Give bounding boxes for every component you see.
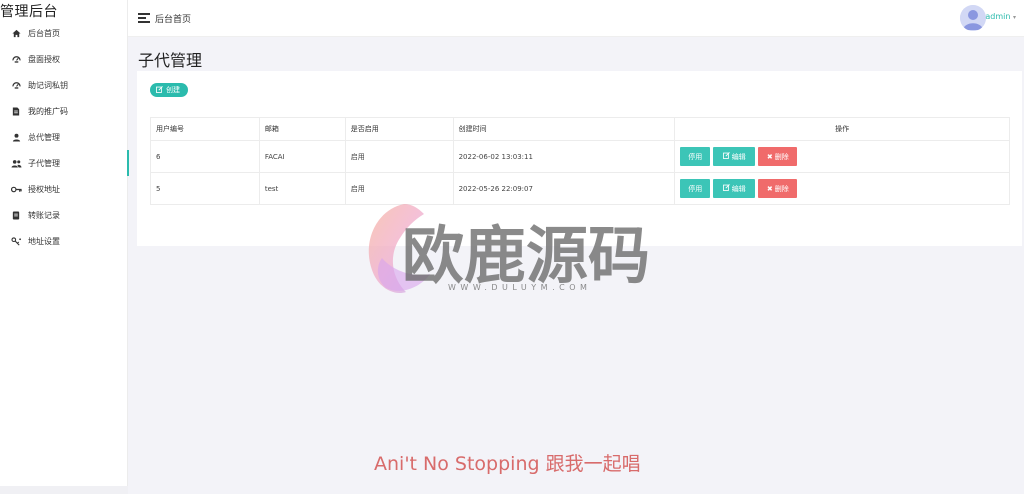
edit-button-label: 编辑	[731, 184, 746, 193]
column-header-user-id: 用户编号	[150, 117, 260, 141]
sidebar-item-mnemonic[interactable]: 助记词私钥	[0, 72, 128, 98]
avatar[interactable]	[960, 5, 986, 31]
table-row: 6 FACAI 启用 2022-06-02 13:03:11 停用 编辑 ✖ 删…	[150, 140, 1010, 173]
sidebar-item-sub-agent[interactable]: 子代管理	[0, 150, 129, 176]
sidebar-item-transfer-records[interactable]: 转账记录	[0, 202, 128, 228]
sidebar-item-authorization[interactable]: 盘面授权	[0, 46, 128, 72]
sidebar-item-home[interactable]: 后台首页	[0, 20, 128, 46]
close-icon: ✖	[766, 152, 773, 161]
cell-user-id: 5	[150, 172, 260, 205]
column-header-created: 创建时间	[452, 117, 676, 141]
sidebar-item-label: 子代管理	[28, 158, 60, 168]
cell-enabled: 启用	[344, 140, 454, 173]
cell-created: 2022-06-02 13:03:11	[452, 140, 676, 173]
sidebar-item-label: 助记词私钥	[28, 80, 68, 90]
key-icon	[10, 183, 22, 195]
sidebar: 管理后台 后台首页 盘面授权 助记词私钥 我的推广码 总代管理 子代管理 授权地…	[0, 0, 129, 494]
document-icon	[10, 105, 22, 117]
disable-button-label: 停用	[688, 184, 703, 193]
edit-button-label: 编辑	[731, 152, 746, 161]
cell-actions: 停用 编辑 ✖ 删除	[674, 172, 1010, 205]
dashboard-icon	[10, 53, 22, 65]
dashboard-icon	[10, 79, 22, 91]
edit-button[interactable]: 编辑	[713, 147, 756, 166]
table-header-row: 用户编号 邮箱 是否启用 创建时间 操作	[150, 117, 1010, 141]
top-bar: 后台首页 admin ▾	[128, 0, 1024, 37]
cell-email: FACAI	[258, 140, 346, 173]
delete-button[interactable]: ✖ 删除	[758, 179, 798, 198]
sidebar-item-label: 盘面授权	[28, 54, 60, 64]
breadcrumb[interactable]: 后台首页	[155, 12, 191, 25]
cell-created: 2022-05-26 22:09:07	[452, 172, 676, 205]
column-header-email: 邮箱	[258, 117, 346, 141]
list-icon	[10, 209, 22, 221]
create-button-label: 创建	[166, 86, 180, 94]
sidebar-item-label: 转账记录	[28, 210, 60, 220]
sidebar-item-label: 我的推广码	[28, 106, 68, 116]
cell-enabled: 启用	[344, 172, 454, 205]
settings-key-icon	[10, 235, 22, 247]
subtitle-overlay: Ani't No Stopping 跟我一起唱	[374, 453, 641, 475]
user-menu[interactable]: admin ▾	[985, 12, 1016, 21]
column-header-enabled: 是否启用	[344, 117, 454, 141]
cell-actions: 停用 编辑 ✖ 删除	[674, 140, 1010, 173]
edit-button[interactable]: 编辑	[713, 179, 756, 198]
edit-icon	[722, 152, 730, 161]
brand-title: 管理后台	[0, 4, 58, 20]
sidebar-item-promo-code[interactable]: 我的推广码	[0, 98, 128, 124]
home-icon	[10, 27, 22, 39]
users-icon	[10, 157, 22, 169]
sidebar-menu: 后台首页 盘面授权 助记词私钥 我的推广码 总代管理 子代管理 授权地址 转账记…	[0, 20, 129, 254]
delete-button-label: 删除	[774, 152, 789, 161]
sidebar-footer	[0, 486, 128, 494]
edit-icon	[156, 85, 163, 95]
cell-email: test	[258, 172, 346, 205]
sidebar-item-label: 授权地址	[28, 184, 60, 194]
sidebar-item-auth-address[interactable]: 授权地址	[0, 176, 128, 202]
sidebar-item-general-agent[interactable]: 总代管理	[0, 124, 128, 150]
sidebar-item-address-settings[interactable]: 地址设置	[0, 228, 128, 254]
menu-toggle-icon[interactable]	[138, 13, 150, 23]
user-icon	[10, 131, 22, 143]
edit-icon	[722, 184, 730, 193]
column-header-actions: 操作	[674, 117, 1010, 141]
chevron-down-icon: ▾	[1012, 14, 1016, 21]
cell-user-id: 6	[150, 140, 260, 173]
close-icon: ✖	[766, 184, 773, 193]
create-button[interactable]: 创建	[150, 83, 188, 97]
sidebar-item-label: 后台首页	[28, 28, 60, 38]
disable-button[interactable]: 停用	[680, 147, 711, 166]
sidebar-item-label: 地址设置	[28, 236, 60, 246]
sidebar-item-label: 总代管理	[28, 132, 60, 142]
disable-button[interactable]: 停用	[680, 179, 711, 198]
delete-button[interactable]: ✖ 删除	[758, 147, 798, 166]
disable-button-label: 停用	[688, 152, 703, 161]
page-title: 子代管理	[138, 51, 203, 70]
user-name: admin	[985, 12, 1011, 21]
sub-agent-table: 用户编号 邮箱 是否启用 创建时间 操作 6 FACAI 启用 2022-06-…	[150, 117, 1010, 205]
watermark-text: 欧鹿源码	[402, 219, 651, 292]
watermark-url: WWW.DULUYM.COM	[448, 283, 592, 292]
table-row: 5 test 启用 2022-05-26 22:09:07 停用 编辑 ✖ 删除	[150, 172, 1010, 205]
delete-button-label: 删除	[774, 184, 789, 193]
